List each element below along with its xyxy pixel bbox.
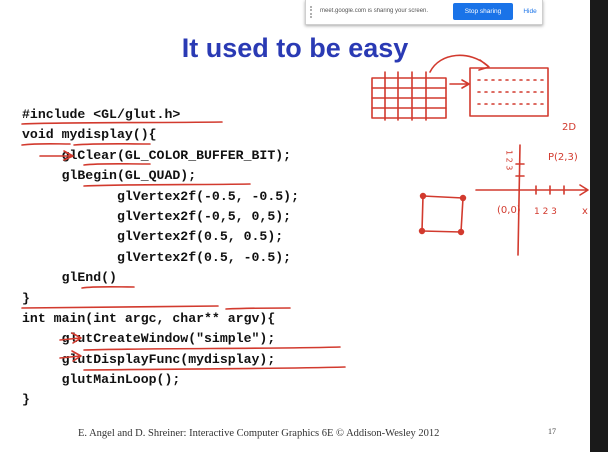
framebuffer-box [469,67,549,117]
label-point: P(2,3) [548,152,578,163]
hide-button[interactable]: Hide [519,3,541,20]
axis-ticks-x: 1 2 3 [534,207,557,217]
underline-include [21,121,223,125]
arrow-createwindow [59,332,82,344]
axis-x-label: x [582,206,588,217]
underline-displayfunc [83,366,346,371]
ink-annotations: 2D P(2,3) (0,0) 1 2 3 1 2 3 x [21,54,589,371]
square-corner [418,227,426,235]
square-corner [459,194,467,202]
share-message: meet.google.com is sharing your screen. [320,8,429,14]
underline-mydisplay [21,142,151,146]
underline-glbegin [83,183,251,187]
slide: It used to be easy #include <GL/glut.h> v… [0,0,590,452]
square-shape [421,195,464,233]
page-number: 17 [548,427,556,436]
grid-sketch [371,71,447,121]
y-axis [517,144,521,256]
underline-createwindow [83,346,341,351]
x-axis [475,184,589,196]
arrow-displayfunc [59,350,82,362]
label-origin: (0,0) [497,205,521,216]
arrow-small [449,79,470,89]
underline-glclear [83,162,151,166]
label-2d: 2D [562,122,576,133]
axis-ticks-y: 1 2 3 [505,150,514,170]
transfer-arrow [429,54,490,73]
underline-main [21,305,291,310]
arrow-glclear [39,150,74,161]
stop-sharing-button[interactable]: Stop sharing [453,3,513,20]
slide-footer: E. Angel and D. Shreiner: Interactive Co… [78,428,440,439]
drag-handle-icon[interactable] [310,6,317,18]
square-corner [419,192,427,200]
window-edge [590,0,608,452]
square-corner [457,228,465,236]
underline-glend [81,285,135,289]
